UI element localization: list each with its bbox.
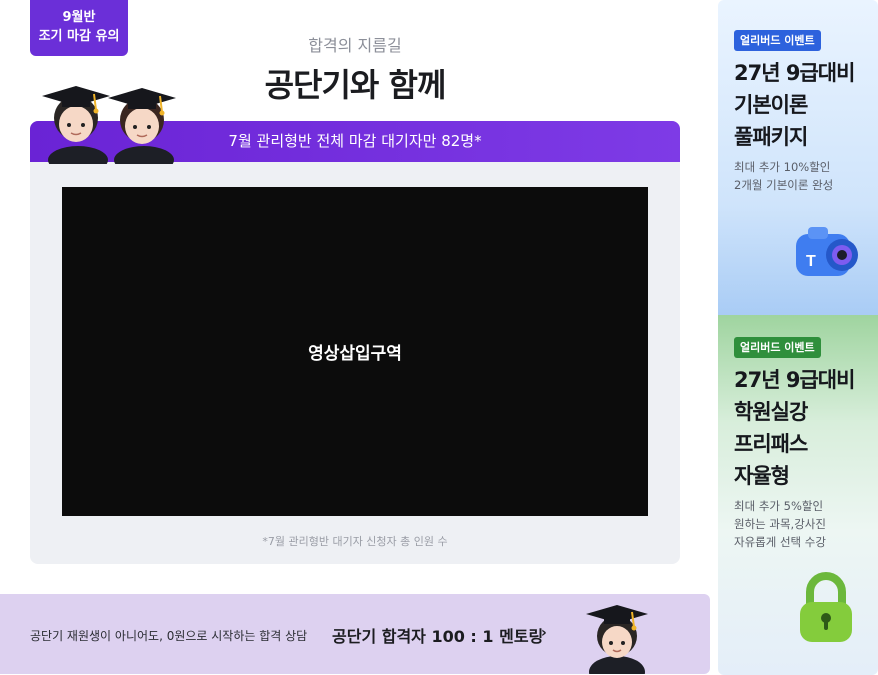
event-desc-line: 최대 추가 10%할인	[734, 160, 831, 174]
event-desc-line: 최대 추가 5%할인	[734, 499, 824, 513]
badge-line-2: 조기 마감 유의	[38, 29, 120, 44]
event-title-line: 기본이론	[734, 93, 808, 117]
event-description: 최대 추가 10%할인 2개월 기본이론 완성	[734, 158, 833, 194]
event-description: 최대 추가 5%할인 원하는 과목,강사진 자유롭게 선택 수강	[734, 497, 826, 551]
camera-icon: T	[796, 227, 858, 276]
mentoring-title: 공단기 합격자 100 : 1 멘토링	[332, 627, 544, 646]
graduate-mascot-icon	[586, 605, 648, 674]
page-title: 공단기와 함께	[264, 66, 447, 104]
video-card: 7월 관리형반 전체 마감 대기자만 82명* 영상삽입구역 *7월 관리형반 …	[30, 121, 680, 564]
event-desc-line: 자유롭게 선택 수강	[734, 535, 826, 549]
event-desc-line: 2개월 기본이론 완성	[734, 178, 834, 192]
event-title-line: 프리패스	[734, 432, 808, 456]
event-title-line: 27년 9급대비	[734, 61, 855, 85]
event-title-line: 풀패키지	[734, 125, 808, 149]
event-desc-line: 원하는 과목,강사진	[734, 517, 826, 531]
event-title-line: 자율형	[734, 464, 790, 488]
badge-line-1: 9월반	[62, 10, 96, 25]
page-subtitle: 합격의 지름길	[308, 36, 402, 55]
event-title: 27년 9급대비 학원실강 프리패스 자율형	[734, 364, 855, 492]
early-close-badge: 9월반 조기 마감 유의	[30, 0, 128, 56]
event-title-line: 27년 9급대비	[734, 368, 855, 392]
event-tag: 얼리버드 이벤트	[734, 30, 821, 51]
mentoring-subtext: 공단기 재원생이 아니어도, 0원으로 시작하는 합격 상담	[30, 629, 308, 643]
chevron-right-icon: ›	[541, 625, 547, 641]
graduate-mascots-icon	[42, 86, 176, 164]
footnote: *7월 관리형반 대기자 신청자 총 인원 수	[262, 535, 448, 548]
event-title-line: 학원실강	[734, 400, 808, 424]
svg-text:T: T	[806, 253, 816, 270]
video-area[interactable]: 영상삽입구역	[62, 187, 648, 516]
lock-icon	[800, 572, 852, 642]
mentoring-banner[interactable]: 공단기 재원생이 아니어도, 0원으로 시작하는 합격 상담 공단기 합격자 1…	[0, 594, 710, 674]
event-tag: 얼리버드 이벤트	[734, 337, 821, 358]
video-placeholder-label: 영상삽입구역	[308, 344, 402, 364]
event-title: 27년 9급대비 기본이론 풀패키지	[734, 57, 855, 153]
